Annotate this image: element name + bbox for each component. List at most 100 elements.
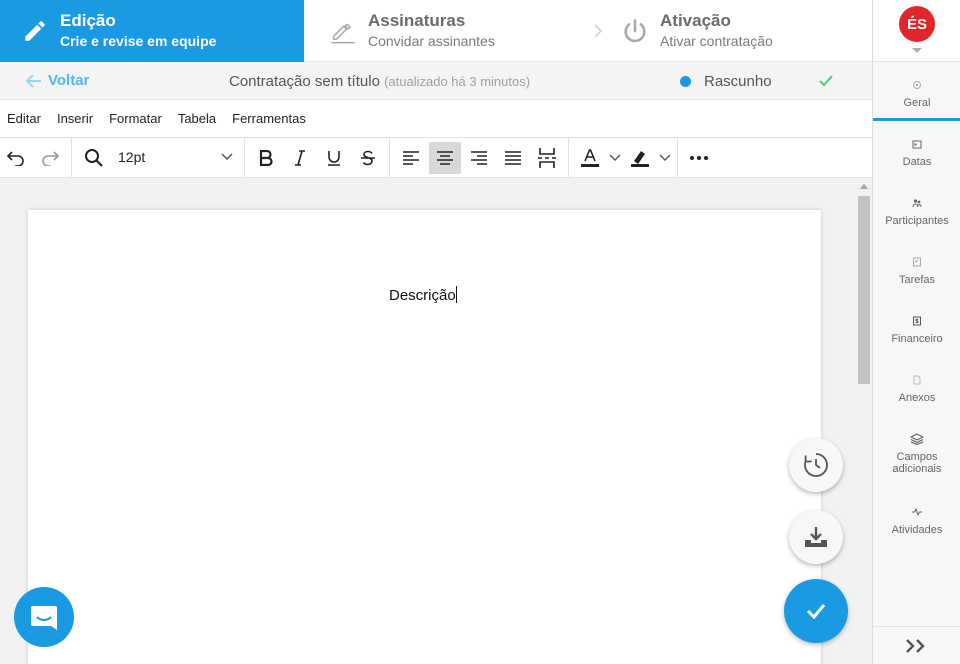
sidebar-item-anexos[interactable]: Anexos <box>873 372 960 404</box>
back-link[interactable]: Voltar <box>26 72 89 89</box>
tasks-icon <box>873 254 960 270</box>
menu-bar: Editar Inserir Formatar Tabela Ferrament… <box>0 100 872 138</box>
stepper: Edição Crie e revise em equipe Assinatur… <box>0 0 872 62</box>
sidebar-item-label: Campos adicionais <box>892 451 942 475</box>
more-horizontal-icon <box>690 156 708 160</box>
collapse-sidebar-button[interactable] <box>873 626 960 664</box>
status-label: Rascunho <box>704 73 772 90</box>
document-page[interactable]: Descrição <box>28 210 821 664</box>
money-icon <box>873 313 960 329</box>
page-break-icon <box>538 148 556 168</box>
avatar[interactable]: ÉS <box>899 6 935 42</box>
step-title: Assinaturas <box>368 11 466 30</box>
layers-icon <box>873 431 960 447</box>
history-button[interactable] <box>789 438 843 492</box>
vertical-scrollbar[interactable] <box>856 178 872 664</box>
more-button[interactable] <box>683 142 715 174</box>
sidebar-item-campos-adicionais[interactable]: Campos adicionais <box>873 431 960 475</box>
calendar-icon <box>873 136 960 152</box>
caret-down-icon <box>912 48 922 53</box>
sidebar-item-label: Atividades <box>891 524 943 536</box>
step-subtitle: Ativar contratação <box>660 33 773 49</box>
step-subtitle: Crie e revise em equipe <box>60 33 217 49</box>
signature-icon <box>328 16 358 46</box>
arrow-left-icon <box>26 73 41 88</box>
chevron-down-icon[interactable] <box>608 153 622 163</box>
sidebar-item-geral[interactable]: Geral <box>873 62 960 121</box>
chat-button[interactable] <box>14 587 74 647</box>
step-title: Edição <box>60 11 116 30</box>
undo-button[interactable] <box>0 142 32 174</box>
check-icon <box>819 75 833 87</box>
scrollbar-thumb[interactable] <box>858 196 870 384</box>
chevron-down-icon[interactable] <box>658 153 672 163</box>
font-size-select[interactable]: 12pt <box>118 149 145 165</box>
right-sidebar: ÉS Geral Datas Participantes Tarefas Fin… <box>872 0 960 664</box>
strikethrough-icon <box>361 150 375 166</box>
toolbar-separator <box>389 138 390 178</box>
step-ativacao[interactable]: Ativação Ativar contratação <box>620 0 773 62</box>
text-cursor <box>455 286 457 303</box>
toolbar-separator <box>244 138 245 178</box>
align-justify-button[interactable] <box>497 142 529 174</box>
chevron-right-icon <box>594 24 603 38</box>
align-left-button[interactable] <box>395 142 427 174</box>
people-icon <box>873 195 960 211</box>
undo-icon <box>7 151 24 166</box>
document-title[interactable]: Contratação sem título (atualizado há 3 … <box>229 73 530 90</box>
sidebar-item-label: Participantes <box>885 215 949 227</box>
toolbar-separator <box>71 138 72 178</box>
page-break-button[interactable] <box>531 142 563 174</box>
sidebar-item-label: Tarefas <box>898 274 936 286</box>
step-assinaturas[interactable]: Assinaturas Convidar assinantes <box>328 0 495 62</box>
download-button[interactable] <box>789 510 843 564</box>
highlight-color-button[interactable] <box>624 142 656 174</box>
formatting-toolbar: 12pt <box>0 138 872 178</box>
bold-icon <box>259 150 273 166</box>
align-center-button[interactable] <box>429 142 461 174</box>
menu-editar[interactable]: Editar <box>7 111 41 126</box>
menu-formatar[interactable]: Formatar <box>109 111 162 126</box>
sidebar-item-label: Financeiro <box>891 333 943 345</box>
settings-icon <box>873 77 960 93</box>
highlighter-icon <box>631 151 649 167</box>
sidebar-item-label: Datas <box>902 156 932 168</box>
sidebar-item-tarefas[interactable]: Tarefas <box>873 254 960 286</box>
user-menu[interactable]: ÉS <box>873 0 960 62</box>
menu-inserir[interactable]: Inserir <box>57 111 93 126</box>
sidebar-item-datas[interactable]: Datas <box>873 136 960 168</box>
updated-time: (atualizado há 3 minutos) <box>384 74 531 89</box>
redo-button[interactable] <box>34 142 66 174</box>
search-icon <box>85 149 103 167</box>
attachment-icon <box>873 372 960 388</box>
document-text[interactable]: Descrição <box>389 286 457 304</box>
align-right-button[interactable] <box>463 142 495 174</box>
find-button[interactable] <box>78 142 110 174</box>
pencil-icon <box>20 16 50 46</box>
history-icon <box>804 453 828 477</box>
sidebar-item-financeiro[interactable]: Financeiro <box>873 313 960 345</box>
sidebar-item-participantes[interactable]: Participantes <box>873 195 960 227</box>
strikethrough-button[interactable] <box>352 142 384 174</box>
italic-button[interactable] <box>284 142 316 174</box>
menu-ferramentas[interactable]: Ferramentas <box>232 111 306 126</box>
scroll-up-arrow[interactable] <box>860 184 868 189</box>
back-label: Voltar <box>48 72 90 89</box>
step-edicao[interactable]: Edição Crie e revise em equipe <box>0 0 304 62</box>
align-left-icon <box>403 151 419 165</box>
align-center-icon <box>437 151 453 165</box>
sidebar-item-atividades[interactable]: Atividades <box>873 504 960 536</box>
sidebar-item-label: Geral <box>903 97 931 109</box>
menu-tabela[interactable]: Tabela <box>178 111 216 126</box>
underline-button[interactable] <box>318 142 350 174</box>
document-title-text: Contratação sem título <box>229 73 380 90</box>
italic-icon <box>295 150 305 166</box>
chevron-down-icon[interactable] <box>220 152 234 162</box>
power-icon <box>620 16 650 46</box>
chat-icon <box>31 606 57 630</box>
text-color-button[interactable] <box>574 142 606 174</box>
toolbar-separator <box>568 138 569 178</box>
step-subtitle: Convidar assinantes <box>368 33 495 49</box>
bold-button[interactable] <box>250 142 282 174</box>
confirm-button[interactable] <box>784 579 848 643</box>
